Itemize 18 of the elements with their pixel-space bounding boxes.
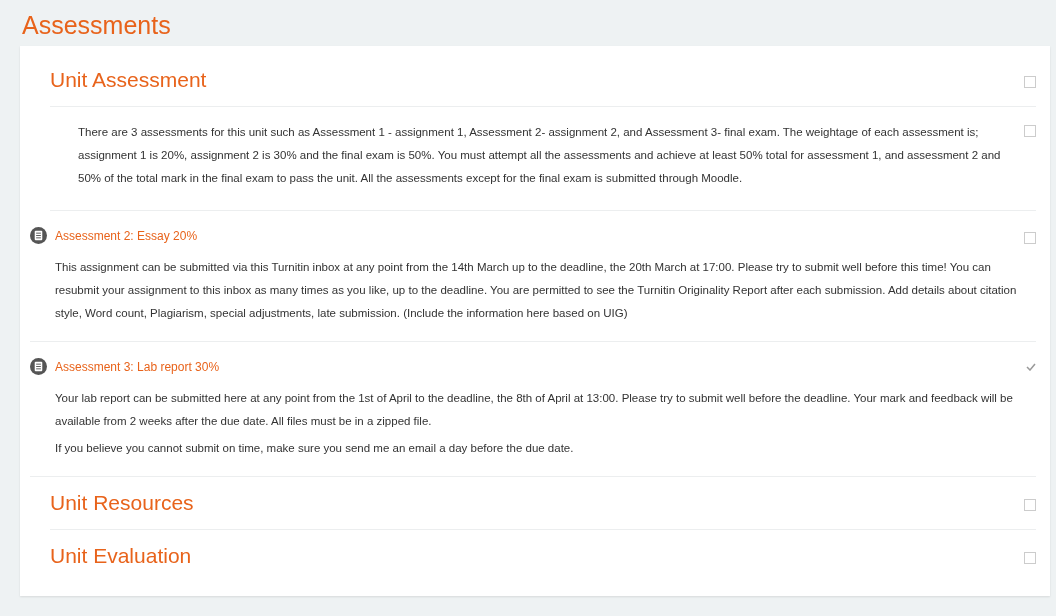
checkmark-icon[interactable]	[1026, 362, 1036, 371]
section-heading[interactable]: Unit Evaluation	[50, 544, 1010, 568]
section-heading[interactable]: Unit Assessment	[50, 68, 1010, 92]
description-text: There are 3 assessments for this unit such as Assessment 1 - assignment 1, Assessment 2- assignment 2, and Assessment 3- final exam. The weightage of each assessment is; assignment 1 is 20%, assignment 2 is 30% and the final exam is 50%. You must attempt all the assessments and achieve at least 50% total for assessment 1, and assessment 2 and 50% of the total mark in the final exam to pass the unit. All the assessments except for the final exam is submitted through Moodle.	[78, 125, 1002, 186]
description-text: Your lab report can be submitted here at any point from the 1st of April to the deadline, the 8th of April at 13:00. Please try to submit well before the deadline. Your mark and feedback will be available from 2 weeks after the due date. All files must be in a zipped file.	[54, 391, 1014, 429]
completion-checkbox[interactable]	[1024, 231, 1036, 244]
page-title: Assessments	[22, 10, 172, 40]
completion-checkbox[interactable]	[1024, 499, 1036, 511]
assignment-icon	[30, 358, 47, 375]
completion-checkbox[interactable]	[1024, 552, 1036, 564]
description-text: This assignment can be submitted via this Turnitin inbox at any point from the 14th March up to the deadline, the 20th March at 17:00. Please try to submit well before this time! You can resubmit your assignment to this inbox as many times as you like, up to the deadline. You are permitted to see the Turnitin Originality Report after each submission. Add details about citation style, Word count, Plagiarism, special adjustments, late submission. (Include the information here based on UIG)	[54, 260, 1018, 321]
description-text: If you believe you cannot submit on time, make sure you send me an email a day before the due date.	[54, 441, 575, 456]
completion-checkbox[interactable]	[1024, 125, 1036, 137]
completion-checkbox[interactable]	[1024, 76, 1036, 88]
assignment-link[interactable]: Assessment 3: Lab report 30%	[55, 359, 220, 374]
assignment-icon	[30, 227, 47, 244]
section-heading[interactable]: Unit Resources	[50, 491, 1010, 515]
assignment-link[interactable]: Assessment 2: Essay 20%	[55, 228, 198, 243]
